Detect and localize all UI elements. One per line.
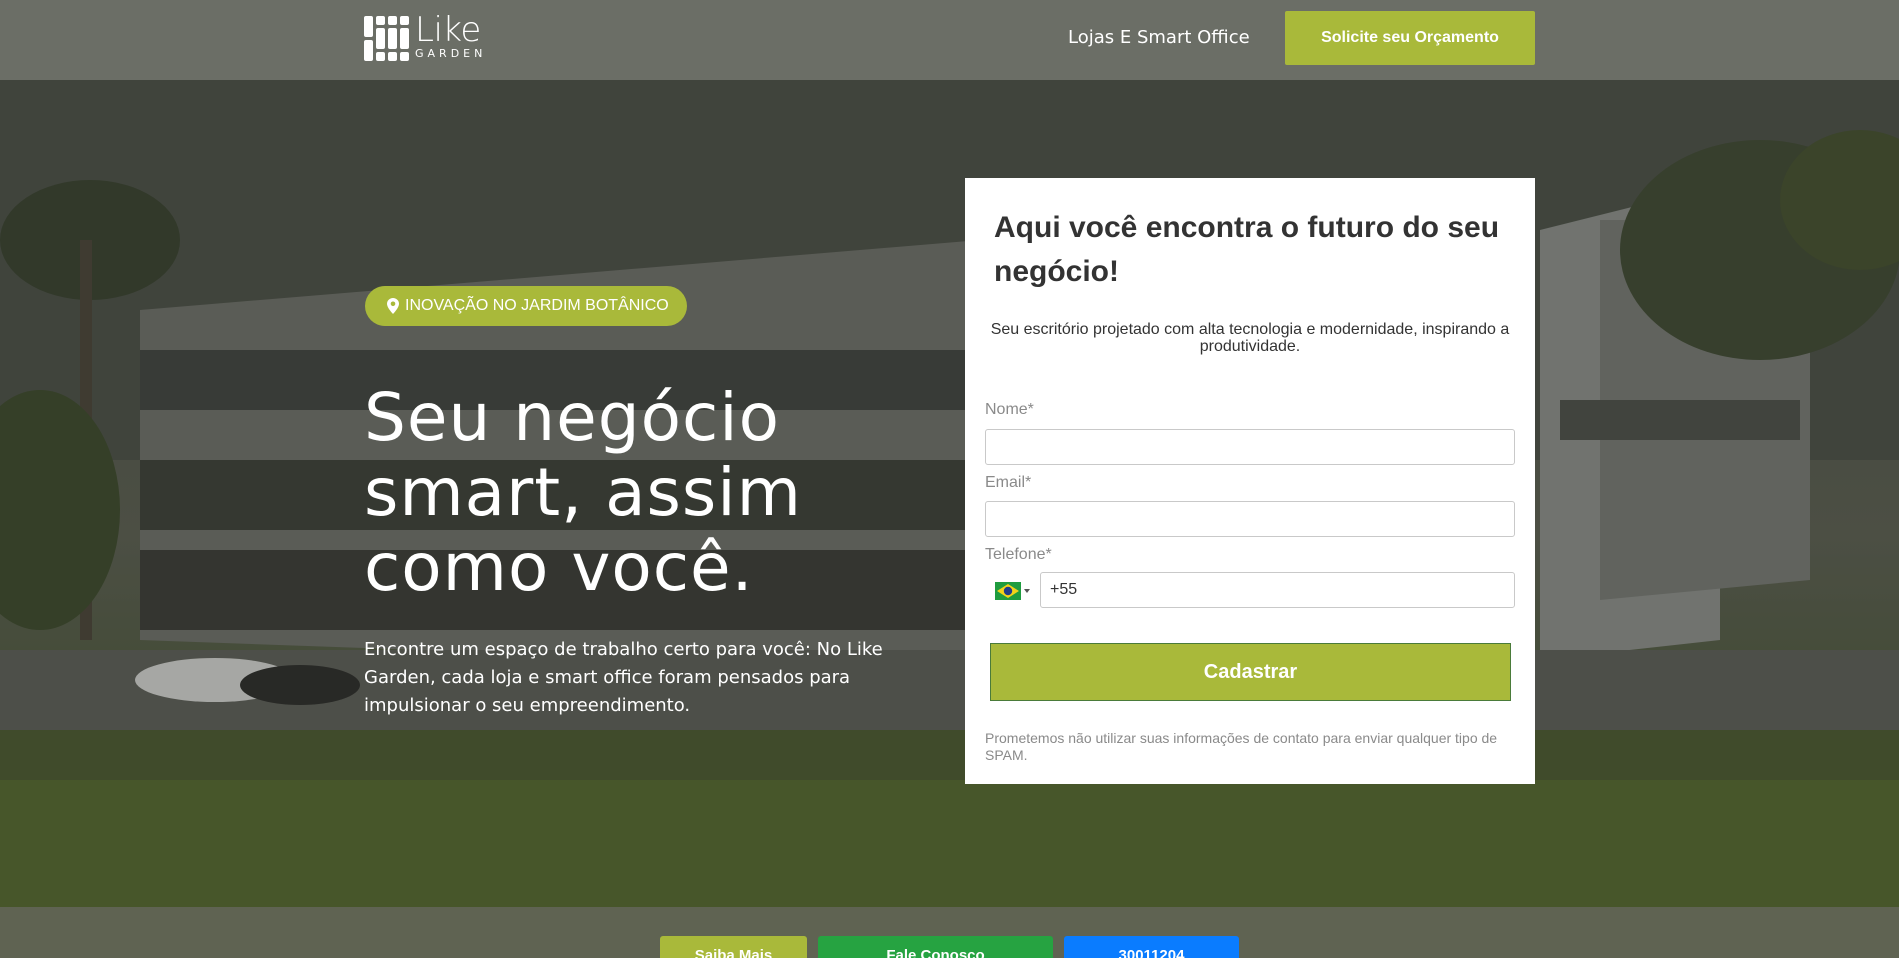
- phone-label: Telefone*: [985, 546, 1052, 563]
- like-garden-logo[interactable]: Like GARDEN: [364, 13, 486, 61]
- logo-grid-icon: [364, 16, 409, 61]
- chevron-down-icon: [1024, 589, 1030, 593]
- whatsapp-contact-button[interactable]: Fale Conosco: [818, 936, 1053, 958]
- hero-description: Encontre um espaço de trabalho certo par…: [364, 639, 883, 716]
- hero-section: INOVAÇÃO NO JARDIM BOTÂNICO Seu negócio …: [0, 80, 1899, 907]
- site-header: Like GARDEN Lojas E Smart Office Solicit…: [0, 0, 1899, 80]
- phone-input[interactable]: [1040, 572, 1515, 608]
- location-badge: INOVAÇÃO NO JARDIM BOTÂNICO: [365, 286, 687, 326]
- phone-field: [985, 572, 1515, 608]
- lead-form-card: Aqui você encontra o futuro do seu negóc…: [965, 178, 1535, 784]
- logo-secondary-text: GARDEN: [415, 47, 487, 60]
- email-label: Email*: [985, 474, 1032, 491]
- hero-title-line-1: Seu negócio: [364, 379, 781, 456]
- name-label: Nome*: [985, 401, 1034, 418]
- bottom-action-bar: Saiba Mais Fale Conosco 30011204: [0, 907, 1899, 958]
- email-input[interactable]: [985, 501, 1515, 537]
- logo-primary-text: Like: [415, 10, 481, 50]
- form-subtitle: Seu escritório projetado com alta tecnol…: [990, 321, 1510, 355]
- hero-title-line-2: smart, assim: [364, 454, 802, 531]
- name-input[interactable]: [985, 429, 1515, 465]
- location-pin-icon: [387, 298, 399, 314]
- privacy-note: Prometemos não utilizar suas informações…: [985, 730, 1498, 763]
- brazil-flag-icon: [995, 582, 1021, 600]
- learn-more-button[interactable]: Saiba Mais: [660, 936, 807, 958]
- phone-call-button[interactable]: 30011204: [1064, 936, 1239, 958]
- hero-title: Seu negócio smart, assim como você.: [364, 380, 884, 605]
- location-badge-label: INOVAÇÃO NO JARDIM BOTÂNICO: [405, 297, 669, 314]
- submit-button[interactable]: Cadastrar: [990, 643, 1511, 701]
- form-title: Aqui você encontra o futuro do seu negóc…: [994, 211, 1500, 288]
- country-selector[interactable]: [995, 581, 1033, 601]
- hero-title-line-3: como você.: [364, 529, 754, 606]
- nav-link-lojas[interactable]: Lojas E Smart Office: [1068, 27, 1250, 48]
- request-quote-button[interactable]: Solicite seu Orçamento: [1285, 11, 1535, 65]
